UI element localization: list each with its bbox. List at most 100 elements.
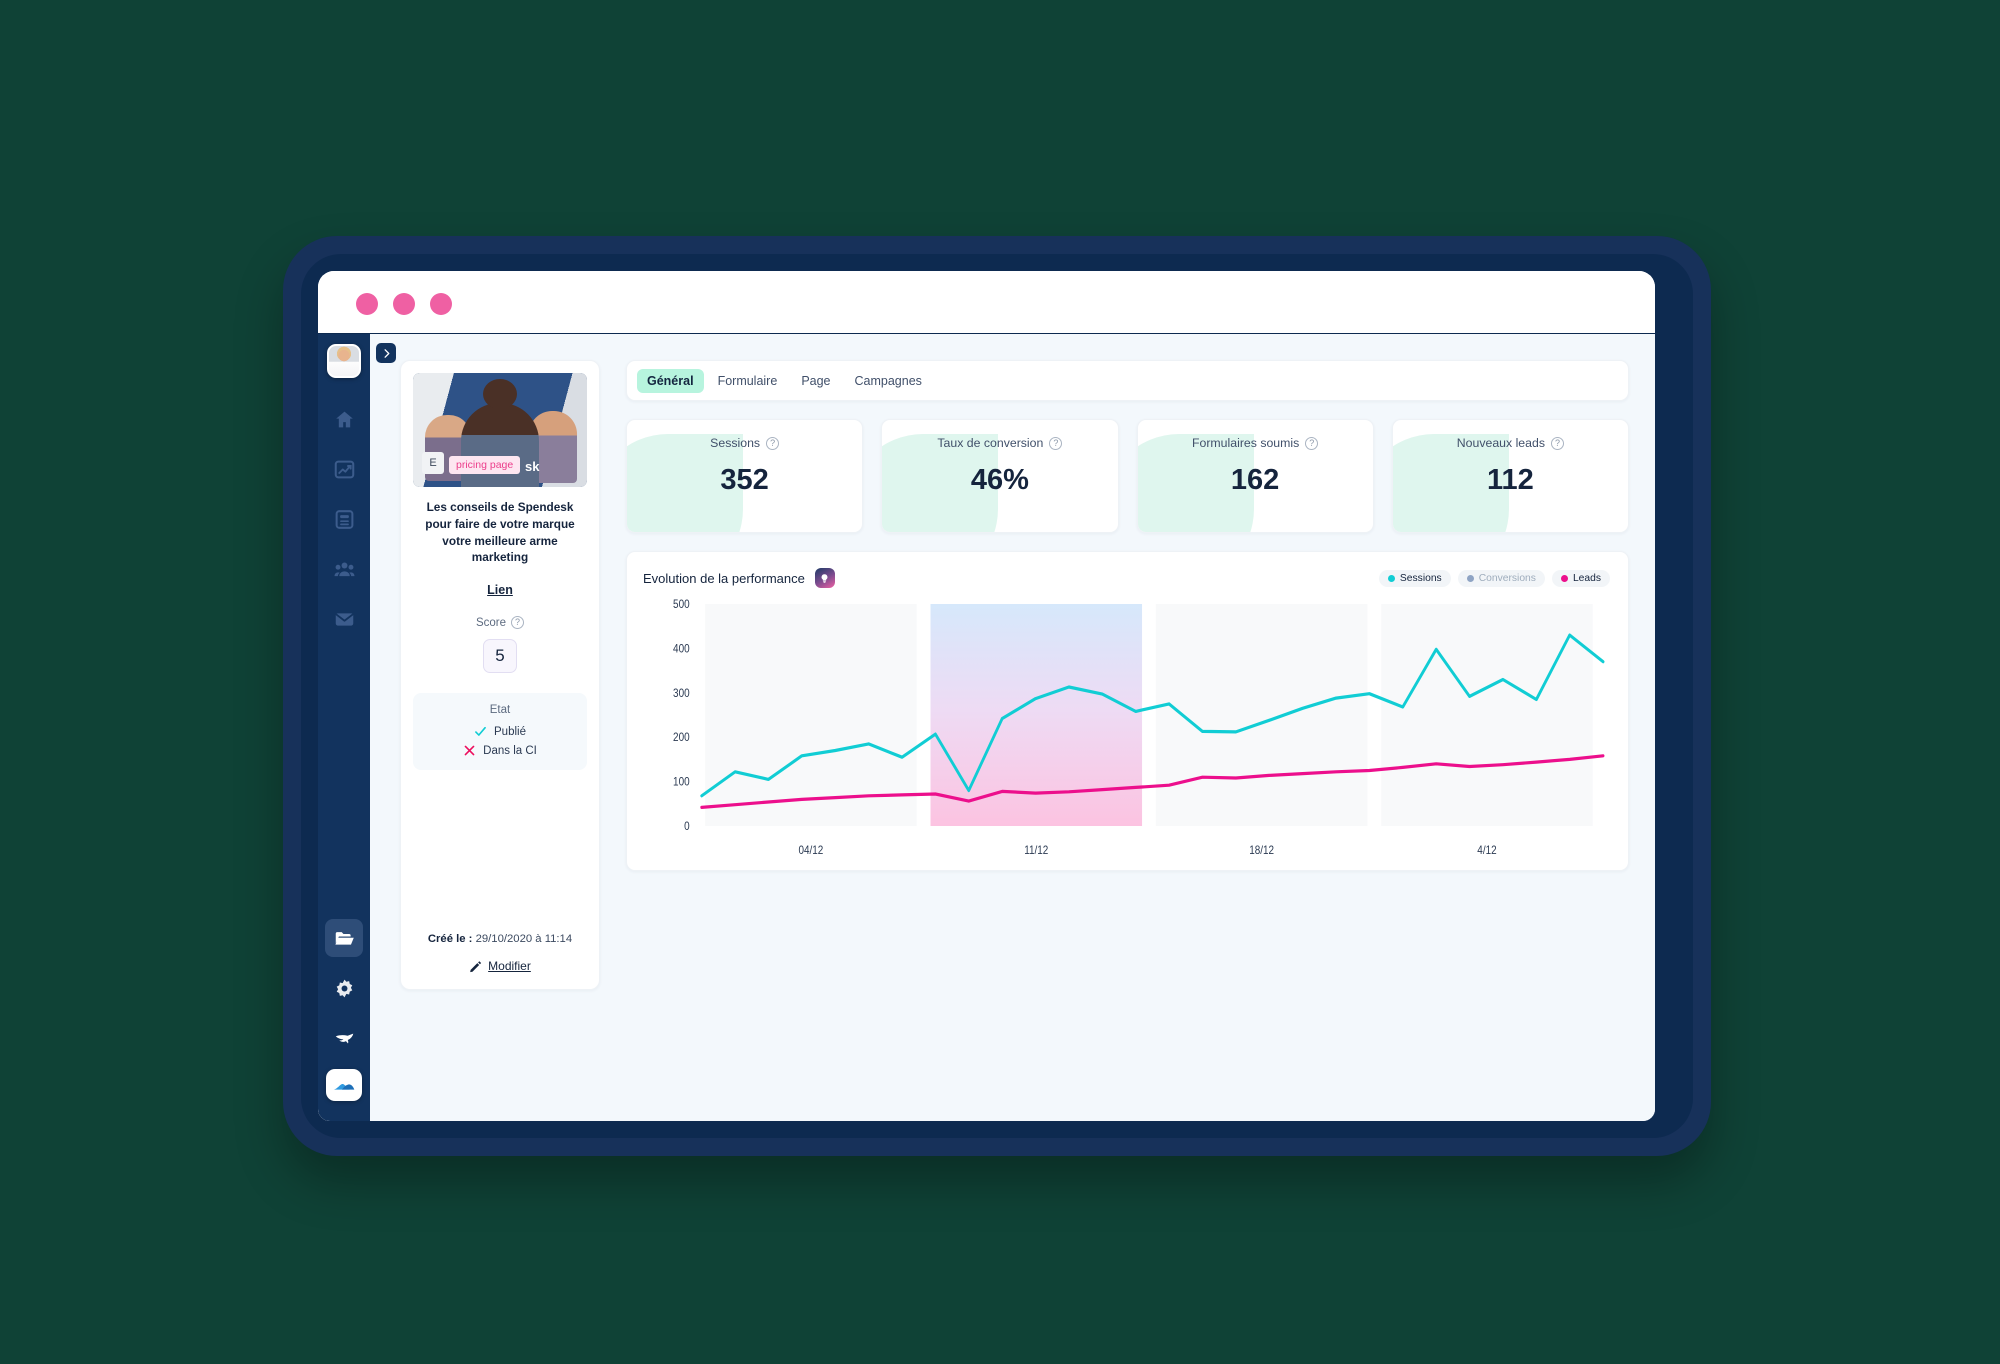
kpi-help-icon[interactable]: ? bbox=[1550, 436, 1564, 450]
browser-titlebar bbox=[318, 271, 1655, 334]
sidebar-item-audience[interactable] bbox=[325, 550, 363, 588]
kpi-card-new-leads: Nouveaux leads ? 112 bbox=[1391, 419, 1629, 533]
sidebar-item-settings[interactable] bbox=[325, 969, 363, 1007]
window-maximize-dot[interactable] bbox=[430, 293, 452, 315]
app-body: E pricing page sk Les conseils de Spende… bbox=[318, 334, 1655, 1121]
content-detail-card: E pricing page sk Les conseils de Spende… bbox=[400, 360, 600, 990]
tab-bar: Général Formulaire Page Campagnes bbox=[626, 360, 1629, 401]
left-card-spacer bbox=[413, 770, 587, 933]
chart-band bbox=[1381, 604, 1593, 826]
etat-row-published: Publié bbox=[423, 725, 577, 738]
chart-y-tick-label: 200 bbox=[673, 732, 690, 745]
envelope-icon bbox=[335, 612, 353, 626]
kpi-label-row: Sessions ? bbox=[627, 436, 862, 450]
window-minimize-dot[interactable] bbox=[393, 293, 415, 315]
score-value: 5 bbox=[483, 639, 517, 673]
etat-panel: Etat Publié Dans la CI bbox=[413, 693, 587, 770]
sidebar bbox=[318, 334, 370, 1121]
kpi-label: Taux de conversion bbox=[937, 436, 1044, 450]
kpi-card-conversion-rate: Taux de conversion ? 46% bbox=[881, 419, 1119, 533]
page-background: { "window": { "dots": ["close", "minimiz… bbox=[0, 0, 2000, 1364]
legend-label: Conversions bbox=[1478, 572, 1536, 584]
tab-campagnes[interactable]: Campagnes bbox=[845, 369, 932, 393]
tablet-frame: E pricing page sk Les conseils de Spende… bbox=[283, 236, 1711, 1156]
right-column: Général Formulaire Page Campagnes Sessio… bbox=[626, 360, 1629, 1121]
chart-legend: Sessions Conversions Leads bbox=[1378, 569, 1610, 587]
avatar[interactable] bbox=[327, 344, 361, 378]
kpi-value: 112 bbox=[1486, 464, 1534, 496]
score-label: Score bbox=[475, 616, 507, 629]
mountain-logo-icon bbox=[333, 1083, 355, 1090]
chart-x-tick-label: 4/12 bbox=[1477, 844, 1496, 857]
content-title: Les conseils de Spendesk pour faire de v… bbox=[425, 500, 575, 565]
legend-dot bbox=[1466, 574, 1474, 582]
bird-icon bbox=[335, 1033, 353, 1043]
tab-page[interactable]: Page bbox=[791, 369, 840, 393]
kpi-value: 46% bbox=[970, 464, 1029, 496]
thumbnail-hair-bun bbox=[483, 379, 517, 409]
etat-row-label: Dans la CI bbox=[483, 744, 537, 757]
chart-bands bbox=[705, 604, 1593, 826]
kpi-label: Formulaires soumis bbox=[1191, 436, 1300, 450]
thumbnail-badge-letter: E bbox=[422, 452, 444, 474]
window-close-dot[interactable] bbox=[356, 293, 378, 315]
sidebar-item-content[interactable] bbox=[325, 500, 363, 538]
lightbulb-icon[interactable] bbox=[814, 568, 835, 588]
users-icon bbox=[334, 562, 354, 576]
legend-item-sessions[interactable]: Sessions bbox=[1378, 569, 1451, 587]
kpi-help-icon[interactable]: ? bbox=[1305, 436, 1319, 450]
lightbulb-glyph bbox=[821, 573, 828, 583]
sidebar-item-folder[interactable] bbox=[325, 919, 363, 957]
performance-chart-card: Evolution de la performance Sessions Con… bbox=[626, 551, 1629, 871]
kpi-help-icon[interactable]: ? bbox=[1049, 436, 1063, 450]
etat-row-in-ci: Dans la CI bbox=[423, 744, 577, 757]
legend-item-conversions[interactable]: Conversions bbox=[1457, 569, 1545, 587]
folder-icon bbox=[334, 931, 354, 945]
thumbnail-brand-text: sk bbox=[525, 459, 540, 474]
created-value: 29/10/2020 à 11:14 bbox=[475, 933, 573, 945]
chart-x-tick-label: 18/12 bbox=[1249, 844, 1274, 857]
cross-icon bbox=[464, 745, 475, 756]
kpi-label-row: Nouveaux leads ? bbox=[1393, 436, 1628, 450]
sidebar-item-plezi[interactable] bbox=[325, 1019, 363, 1057]
kpi-row: Sessions ? 352 Taux de conversion ? 46% … bbox=[626, 419, 1629, 533]
pencil-icon bbox=[470, 960, 482, 972]
kpi-value: 162 bbox=[1230, 464, 1280, 496]
sidebar-collapse-button[interactable] bbox=[376, 343, 396, 363]
edit-button[interactable]: Modifier bbox=[413, 959, 587, 973]
score-label-row: Score ? bbox=[413, 616, 587, 629]
sidebar-item-mail[interactable] bbox=[325, 600, 363, 638]
kpi-label-row: Formulaires soumis ? bbox=[1138, 436, 1373, 450]
kpi-card-sessions: Sessions ? 352 bbox=[626, 419, 864, 533]
kpi-label: Sessions bbox=[710, 436, 761, 450]
chart-band bbox=[705, 604, 917, 826]
score-help-icon[interactable]: ? bbox=[511, 616, 525, 629]
kpi-card-forms-submitted: Formulaires soumis ? 162 bbox=[1136, 419, 1374, 533]
tab-formulaire[interactable]: Formulaire bbox=[708, 369, 788, 393]
content-area: E pricing page sk Les conseils de Spende… bbox=[370, 334, 1655, 1121]
check-icon bbox=[475, 726, 486, 736]
chart-y-tick-label: 500 bbox=[673, 598, 690, 611]
home-icon bbox=[335, 411, 353, 427]
content-thumbnail[interactable]: E pricing page sk bbox=[413, 373, 587, 487]
chevron-right-icon bbox=[383, 348, 389, 358]
gear-icon bbox=[336, 979, 352, 997]
chart-band bbox=[1155, 604, 1368, 826]
edit-label: Modifier bbox=[488, 959, 531, 973]
chart-y-tick-label: 100 bbox=[673, 776, 690, 789]
chart-plot-area: 0 100 200 300 400 500 04/12 11/12 18/12 4/12 bbox=[643, 598, 1610, 860]
tab-general[interactable]: Général bbox=[637, 368, 704, 393]
legend-item-leads[interactable]: Leads bbox=[1551, 569, 1610, 587]
content-link[interactable]: Lien bbox=[413, 583, 587, 597]
kpi-help-icon[interactable]: ? bbox=[766, 436, 780, 450]
legend-label: Leads bbox=[1572, 572, 1601, 584]
thumbnail-person-center bbox=[461, 403, 539, 487]
sidebar-item-logo[interactable] bbox=[326, 1069, 362, 1101]
kpi-label-row: Taux de conversion ? bbox=[882, 436, 1117, 450]
created-line: Créé le : 29/10/2020 à 11:14 bbox=[413, 933, 587, 945]
tablet-screen: E pricing page sk Les conseils de Spende… bbox=[301, 254, 1693, 1138]
sidebar-item-analytics[interactable] bbox=[325, 450, 363, 488]
sidebar-bottom-group bbox=[325, 913, 363, 1121]
sidebar-item-home[interactable] bbox=[325, 400, 363, 438]
book-icon bbox=[335, 509, 353, 529]
